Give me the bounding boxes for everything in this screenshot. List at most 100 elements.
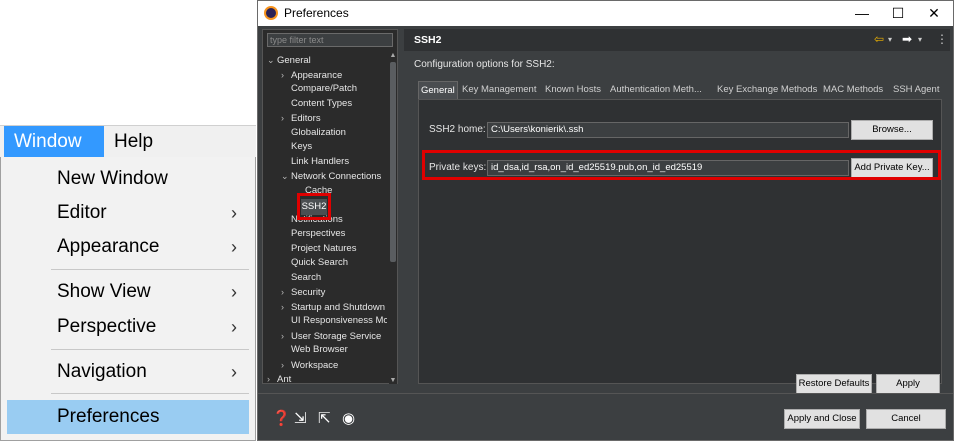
chevron-right-icon[interactable]: › <box>281 111 291 125</box>
tree-item[interactable]: › Workspace <box>281 358 338 372</box>
menu-separator <box>51 269 249 270</box>
window-menu: New Window Editor › Appearance › Show View… <box>0 157 256 441</box>
tab-key-exchange-methods[interactable]: Key Exchange Methods <box>715 81 819 99</box>
tree-item[interactable]: Search <box>281 271 321 285</box>
scroll-up-icon[interactable]: ▲ <box>389 52 397 59</box>
menu-item-appearance[interactable]: Appearance › <box>7 231 249 263</box>
ssh2-home-label: SSH2 home: <box>429 124 486 135</box>
forward-menu-chevron-icon[interactable]: ▾ <box>918 35 922 44</box>
tree-item[interactable]: Keys <box>281 140 312 154</box>
chevron-right-icon[interactable]: › <box>281 329 291 343</box>
back-menu-chevron-icon[interactable]: ▾ <box>888 35 892 44</box>
apply-button[interactable]: Apply <box>876 374 940 394</box>
dialog-title: Preferences <box>284 6 349 20</box>
menu-item-label: Editor <box>57 202 107 223</box>
help-icon[interactable]: ❓ <box>272 409 291 427</box>
tree-item[interactable]: Content Types <box>281 97 352 111</box>
chevron-right-icon[interactable]: › <box>281 358 291 372</box>
chevron-down-icon[interactable]: ⌄ <box>281 169 291 183</box>
menu-item-navigation[interactable]: Navigation › <box>7 356 249 388</box>
menu-item-new-window[interactable]: New Window <box>7 163 249 195</box>
export-icon[interactable]: ⇱ <box>318 409 331 427</box>
tree-item[interactable]: Web Browser <box>281 343 348 357</box>
private-keys-highlight <box>422 150 941 180</box>
menu-item-label: New Window <box>57 168 168 189</box>
tree-item[interactable]: › Security <box>281 285 325 299</box>
menu-item-perspective[interactable]: Perspective › <box>7 311 249 343</box>
tree-item-ssh2[interactable]: SSH2 <box>301 199 327 215</box>
tree-item[interactable]: Project Natures <box>281 242 356 256</box>
tree-item[interactable]: › User Storage Service <box>281 329 381 343</box>
maximize-button[interactable]: ☐ <box>880 1 916 26</box>
apply-and-close-button[interactable]: Apply and Close <box>784 409 860 429</box>
ssh2-tree-item-highlight[interactable]: SSH2 <box>297 193 331 220</box>
tree-item[interactable]: Perspectives <box>281 227 345 241</box>
tree-item[interactable]: ⌄ General <box>267 53 311 67</box>
menubar: Window Help <box>0 125 256 158</box>
tab-ssh-agent[interactable]: SSH Agent <box>891 81 941 99</box>
chevron-right-icon[interactable]: › <box>267 372 277 384</box>
scroll-down-icon[interactable]: ▼ <box>389 377 397 384</box>
tree-item[interactable]: Link Handlers <box>281 155 349 169</box>
tree-item-label: Quick Search <box>291 257 349 268</box>
import-icon[interactable]: ⇲ <box>294 409 307 427</box>
more-options-icon[interactable]: ⋮ <box>936 32 948 46</box>
preferences-dialog: Preferences — ☐ ✕ type filter text ⌄ Gene… <box>257 0 954 441</box>
tab-general[interactable]: General <box>418 81 458 99</box>
tree-scrollbar[interactable]: ▲ ▼ <box>389 52 397 384</box>
menubar-window[interactable]: Window <box>4 126 104 158</box>
tree-item-label: Startup and Shutdown <box>291 301 386 313</box>
general-tab-panel: SSH2 home: C:\Users\konierik\.ssh Browse… <box>418 99 942 384</box>
tab-authentication-methods[interactable]: Authentication Meth... <box>608 81 704 99</box>
restore-defaults-button[interactable]: Restore Defaults <box>796 374 872 394</box>
chevron-right-icon[interactable]: › <box>281 68 291 82</box>
minimize-button[interactable]: — <box>844 1 880 26</box>
forward-arrow-icon[interactable]: ➡ <box>902 32 912 46</box>
chevron-right-icon: › <box>231 203 237 223</box>
tree-item[interactable]: UI Responsiveness Monitoring <box>281 314 387 328</box>
chevron-right-icon[interactable]: › <box>281 300 291 314</box>
menu-item-label: Show View <box>57 281 151 302</box>
filter-input[interactable]: type filter text <box>267 33 393 47</box>
tree-item[interactable]: › Startup and Shutdown <box>281 300 385 314</box>
tree-item[interactable]: Quick Search <box>281 256 348 270</box>
menu-item-preferences[interactable]: Preferences <box>7 400 249 434</box>
tree-item-label: Content Types <box>291 97 353 109</box>
tab-bar: General Key Management Known Hosts Authe… <box>418 81 942 99</box>
ssh2-home-field[interactable]: C:\Users\konierik\.ssh <box>487 122 849 138</box>
menu-item-show-view[interactable]: Show View › <box>7 276 249 308</box>
chevron-right-icon: › <box>231 282 237 302</box>
tree-item[interactable]: Compare/Patch <box>281 82 357 96</box>
tree-item-label: UI Responsiveness Monitoring <box>291 315 387 326</box>
tab-key-management[interactable]: Key Management <box>460 81 538 99</box>
tree-item-label: Editors <box>291 113 321 124</box>
chevron-down-icon[interactable]: ⌄ <box>267 53 277 67</box>
page-description: Configuration options for SSH2: <box>414 59 555 70</box>
tree-item[interactable]: › Editors <box>281 111 321 125</box>
preference-tree-pane: type filter text ⌄ General › Appearance Comp… <box>262 29 398 384</box>
browse-button[interactable]: Browse... <box>851 120 933 140</box>
scrollbar-thumb[interactable] <box>390 62 396 262</box>
menu-item-label: Preferences <box>57 406 160 427</box>
cancel-button[interactable]: Cancel <box>866 409 946 429</box>
menu-item-editor[interactable]: Editor › <box>7 197 249 229</box>
tab-mac-methods[interactable]: MAC Methods <box>821 81 885 99</box>
tree-item[interactable]: Globalization <box>281 126 346 140</box>
record-icon[interactable]: ◉ <box>342 409 355 427</box>
chevron-right-icon[interactable]: › <box>281 285 291 299</box>
tree-item-label: Security <box>291 287 326 298</box>
tree-item-label: Globalization <box>291 126 346 138</box>
tree-item-label: Search <box>291 271 322 283</box>
tree-item[interactable]: › Appearance <box>281 68 342 82</box>
tree-item[interactable]: › Ant <box>267 372 291 384</box>
menubar-help[interactable]: Help <box>104 126 163 158</box>
tree-item-label: Project Natures <box>291 242 357 254</box>
chevron-right-icon: › <box>231 362 237 382</box>
close-button[interactable]: ✕ <box>916 1 952 26</box>
chevron-right-icon: › <box>231 237 237 257</box>
tree-item[interactable]: ⌄ Network Connections <box>281 169 381 183</box>
menu-separator <box>51 349 249 350</box>
back-arrow-icon[interactable]: ⇦ <box>874 32 884 46</box>
tab-known-hosts[interactable]: Known Hosts <box>543 81 603 99</box>
menu-item-label: Perspective <box>57 316 157 337</box>
